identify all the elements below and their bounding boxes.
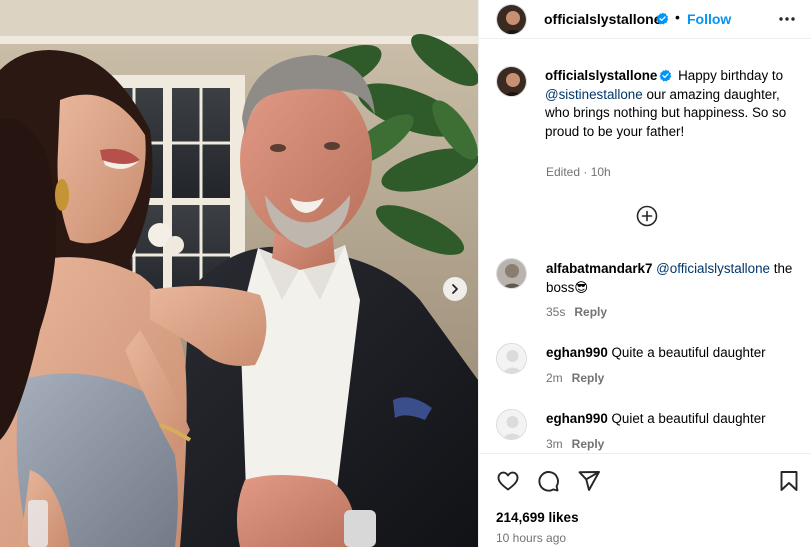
comment-body: Quiet a beautiful daughter bbox=[607, 411, 766, 426]
comment-meta: 3m Reply bbox=[546, 437, 604, 451]
verified-badge-icon bbox=[659, 69, 672, 82]
post-timestamp[interactable]: 10 hours ago bbox=[496, 531, 566, 545]
plus-circle-icon[interactable] bbox=[636, 205, 658, 227]
sunglasses-emoji: 😎 bbox=[574, 279, 589, 295]
comment-body: Quite a beautiful daughter bbox=[607, 345, 766, 360]
comment-time[interactable]: 3m bbox=[546, 437, 563, 451]
heart-icon[interactable] bbox=[496, 469, 520, 493]
comment-text: eghan990 Quite a beautiful daughter bbox=[546, 344, 806, 363]
post-caption: officialslystallone Happy birthday to @s… bbox=[545, 67, 800, 141]
post-photo[interactable] bbox=[0, 0, 478, 547]
default-avatar-icon bbox=[497, 344, 526, 373]
chevron-right-icon bbox=[452, 284, 458, 294]
comment-avatar[interactable] bbox=[496, 258, 527, 289]
comment-meta: 2m Reply bbox=[546, 371, 604, 385]
comment-time[interactable]: 2m bbox=[546, 371, 563, 385]
author-username[interactable]: officialslystallone bbox=[544, 11, 661, 27]
default-avatar-icon bbox=[497, 410, 526, 439]
paper-plane-icon[interactable] bbox=[577, 469, 601, 493]
comment-time[interactable]: 35s bbox=[546, 305, 565, 319]
post-image bbox=[0, 0, 478, 547]
avatar-image bbox=[497, 259, 526, 288]
post-side-panel: officialslystallone • Follow officialsly… bbox=[478, 0, 811, 547]
next-photo-button[interactable] bbox=[443, 277, 467, 301]
comment-avatar[interactable] bbox=[496, 343, 527, 374]
caption-author-avatar[interactable] bbox=[496, 66, 527, 97]
author-avatar[interactable] bbox=[496, 4, 527, 35]
comment-mention[interactable]: @officialslystallone bbox=[656, 261, 770, 276]
avatar-image bbox=[497, 5, 526, 34]
reply-button[interactable]: Reply bbox=[574, 305, 607, 319]
comment-meta: 35s Reply bbox=[546, 305, 607, 319]
comment-username[interactable]: eghan990 bbox=[546, 345, 608, 360]
more-options-icon[interactable] bbox=[777, 9, 797, 29]
edited-label: Edited bbox=[546, 165, 581, 179]
caption-text-start: Happy birthday to bbox=[674, 68, 784, 83]
caption-meta: Edited · 10h bbox=[546, 165, 611, 179]
post-actions: 214,699 likes 10 hours ago bbox=[479, 453, 811, 547]
comment-text: alfabatmandark7 @officialslystallone the… bbox=[546, 260, 806, 297]
reply-button[interactable]: Reply bbox=[572, 437, 605, 451]
caption-username[interactable]: officialslystallone bbox=[545, 68, 657, 83]
verified-badge-icon bbox=[656, 12, 669, 25]
caption-mention[interactable]: @sistinestallone bbox=[545, 87, 643, 102]
comment-username[interactable]: alfabatmandark7 bbox=[546, 261, 652, 276]
avatar-image bbox=[497, 67, 526, 96]
comment-bubble-icon[interactable] bbox=[536, 469, 560, 493]
bookmark-icon[interactable] bbox=[777, 469, 801, 493]
caption-time[interactable]: 10h bbox=[591, 165, 611, 179]
likes-count[interactable]: 214,699 likes bbox=[496, 510, 579, 525]
reply-button[interactable]: Reply bbox=[572, 371, 605, 385]
comment-username[interactable]: eghan990 bbox=[546, 411, 608, 426]
comment-avatar[interactable] bbox=[496, 409, 527, 440]
comment-text: eghan990 Quiet a beautiful daughter bbox=[546, 410, 806, 429]
post-header: officialslystallone • Follow bbox=[479, 0, 811, 39]
meta-separator: · bbox=[580, 165, 591, 179]
follow-button[interactable]: Follow bbox=[687, 11, 731, 27]
header-separator: • bbox=[675, 9, 680, 25]
